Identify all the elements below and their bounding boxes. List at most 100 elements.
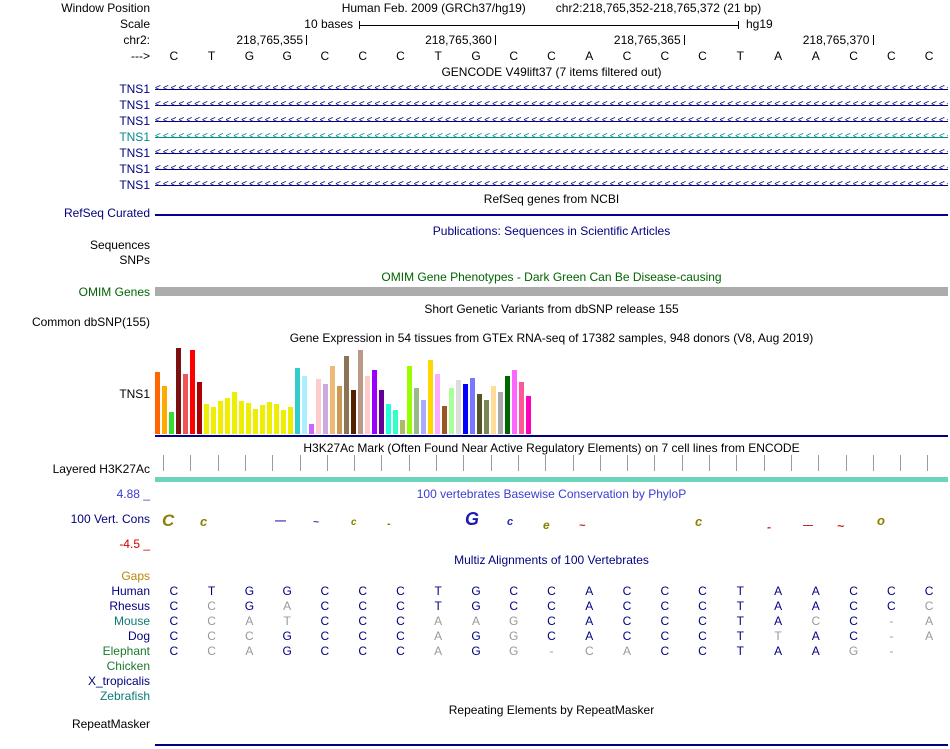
snps-label[interactable]: SNPs (0, 254, 150, 267)
base-letter: G (471, 49, 481, 63)
align-letter: G (282, 629, 292, 643)
gene-label[interactable]: TNS1 (0, 98, 150, 112)
align-letter: C (698, 584, 707, 598)
align-letter: C (320, 629, 330, 643)
h3k27ac-label[interactable]: Layered H3K27Ac (0, 463, 150, 476)
phylop-glyph: o (877, 513, 885, 528)
species-label[interactable]: Chicken (0, 659, 150, 673)
h3k27ac-tick (681, 455, 683, 471)
gene-row[interactable]: <<<<<<<<<<<<<<<<<<<<<<<<<<<<<<<<<<<<<<<<… (155, 178, 948, 192)
h3k27ac-tick (299, 455, 301, 471)
h3k27ac-tick (190, 455, 192, 471)
gtex-gene-label[interactable]: TNS1 (0, 388, 150, 401)
gtex-bar (274, 404, 279, 434)
align-letter: G (471, 584, 481, 598)
gtex-bar (197, 382, 202, 434)
publications-title[interactable]: Publications: Sequences in Scientific Ar… (155, 225, 948, 238)
repeatmasker-label[interactable]: RepeatMasker (0, 718, 150, 731)
gtex-bar (463, 384, 468, 434)
align-letter: T (434, 599, 442, 613)
align-letter: C (924, 584, 934, 598)
gtex-bar (190, 350, 195, 434)
repeatmasker-title[interactable]: Repeating Elements by RepeatMasker (155, 704, 948, 717)
h3k27ac-tick (845, 455, 847, 471)
base-letter: C (660, 49, 670, 63)
species-label[interactable]: Human (0, 584, 150, 598)
align-letter: - (549, 644, 554, 658)
gene-strand-arrows: <<<<<<<<<<<<<<<<<<<<<<<<<<<<<<<<<<<<<<<<… (155, 147, 948, 158)
phylop-glyph: C (162, 511, 175, 530)
align-letter: C (358, 599, 368, 613)
gtex-bar-chart[interactable] (155, 346, 535, 434)
gene-label[interactable]: TNS1 (0, 82, 150, 96)
base-letter: A (774, 49, 783, 63)
sequences-label[interactable]: Sequences (0, 239, 150, 252)
scale-bar (359, 21, 739, 29)
species-label[interactable]: Dog (0, 629, 150, 643)
gtex-title[interactable]: Gene Expression in 54 tissues from GTEx … (155, 332, 948, 345)
align-letter: C (358, 614, 368, 628)
align-letter: C (320, 599, 330, 613)
h3k27ac-tick (599, 455, 601, 471)
refseq-curated-label[interactable]: RefSeq Curated (0, 207, 150, 220)
phylop-glyph: c (351, 517, 357, 528)
gtex-bar (225, 398, 230, 434)
base-letter: C (509, 49, 519, 63)
align-letter: T (283, 614, 291, 628)
gencode-title[interactable]: GENCODE V49lift37 (7 items filtered out) (155, 66, 948, 79)
h3k27ac-title[interactable]: H3K27Ac Mark (Often Found Near Active Re… (155, 442, 948, 455)
gene-row[interactable]: <<<<<<<<<<<<<<<<<<<<<<<<<<<<<<<<<<<<<<<<… (155, 82, 948, 96)
refseq-title[interactable]: RefSeq genes from NCBI (155, 193, 948, 206)
base-letter: C (396, 49, 405, 63)
gene-label[interactable]: TNS1 (0, 130, 150, 144)
species-label[interactable]: X_tropicalis (0, 674, 150, 688)
gene-row[interactable]: <<<<<<<<<<<<<<<<<<<<<<<<<<<<<<<<<<<<<<<<… (155, 98, 948, 112)
gtex-bar (253, 409, 258, 434)
base-letter: T (207, 49, 216, 63)
align-letter: C (660, 614, 670, 628)
species-label[interactable]: Gaps (0, 569, 150, 583)
align-letter: - (889, 614, 894, 628)
gene-row[interactable]: <<<<<<<<<<<<<<<<<<<<<<<<<<<<<<<<<<<<<<<<… (155, 130, 948, 144)
gtex-bar (246, 403, 251, 434)
gene-row[interactable]: <<<<<<<<<<<<<<<<<<<<<<<<<<<<<<<<<<<<<<<<… (155, 114, 948, 128)
base-letter: C (169, 49, 179, 63)
omim-title[interactable]: OMIM Gene Phenotypes - Dark Green Can Be… (155, 271, 948, 284)
align-letter: C (358, 584, 368, 598)
gtex-bar (491, 386, 496, 434)
align-letter: C (396, 584, 405, 598)
gene-label[interactable]: TNS1 (0, 178, 150, 192)
multiz-title[interactable]: Multiz Alignments of 100 Vertebrates (155, 554, 948, 567)
align-letter: C (547, 599, 556, 613)
gtex-bar (393, 410, 398, 434)
phylop-title[interactable]: 100 vertebrates Basewise Conservation by… (155, 488, 948, 501)
gene-strand-arrows: <<<<<<<<<<<<<<<<<<<<<<<<<<<<<<<<<<<<<<<<… (155, 131, 948, 142)
species-label[interactable]: Elephant (0, 644, 150, 658)
align-letter: C (169, 644, 179, 658)
align-letter: G (282, 644, 292, 658)
omim-gene-bar[interactable] (155, 287, 948, 296)
align-letter: C (887, 599, 896, 613)
h3k27ac-tick (709, 455, 710, 471)
gene-row[interactable]: <<<<<<<<<<<<<<<<<<<<<<<<<<<<<<<<<<<<<<<<… (155, 146, 948, 160)
phylop-label[interactable]: 100 Vert. Cons (0, 513, 150, 526)
gene-row[interactable]: <<<<<<<<<<<<<<<<<<<<<<<<<<<<<<<<<<<<<<<<… (155, 162, 948, 176)
gene-label[interactable]: TNS1 (0, 162, 150, 176)
gene-label[interactable]: TNS1 (0, 114, 150, 128)
dbsnp-title[interactable]: Short Genetic Variants from dbSNP releas… (155, 303, 948, 316)
omim-genes-label[interactable]: OMIM Genes (0, 286, 150, 299)
gtex-bar (358, 350, 363, 434)
gtex-bar (204, 404, 209, 434)
species-label[interactable]: Zebrafish (0, 689, 150, 703)
h3k27ac-band[interactable] (155, 477, 948, 482)
phylop-glyph: ~ (837, 519, 845, 533)
align-letter: G (244, 599, 255, 613)
dbsnp-label[interactable]: Common dbSNP(155) (0, 316, 150, 329)
gtex-bar (239, 401, 244, 434)
align-letter: A (471, 614, 481, 628)
gene-label[interactable]: TNS1 (0, 146, 150, 160)
align-letter: C (509, 584, 519, 598)
species-label[interactable]: Mouse (0, 614, 150, 628)
species-label[interactable]: Rhesus (0, 599, 150, 613)
refseq-gene-bar[interactable] (155, 214, 948, 216)
